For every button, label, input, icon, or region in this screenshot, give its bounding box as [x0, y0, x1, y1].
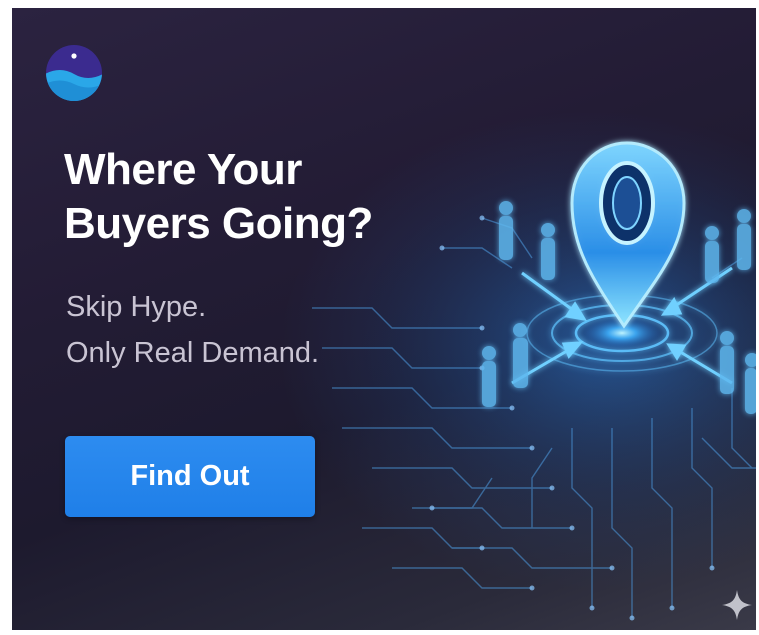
subheadline: Skip Hype. Only Real Demand. — [66, 284, 446, 376]
sparkle-icon[interactable] — [720, 588, 754, 622]
find-out-button[interactable]: Find Out — [65, 436, 315, 517]
headline: Where Your Buyers Going? — [64, 143, 464, 251]
brand-logo-icon — [46, 45, 102, 101]
subhead-line-2: Only Real Demand. — [66, 337, 320, 369]
headline-line-2: Buyers Going? — [64, 199, 373, 248]
ad-banner[interactable]: Where Your Buyers Going? Skip Hype. Only… — [12, 8, 756, 630]
headline-line-1: Where Your — [64, 145, 302, 194]
subhead-line-1: Skip Hype. — [66, 291, 207, 323]
